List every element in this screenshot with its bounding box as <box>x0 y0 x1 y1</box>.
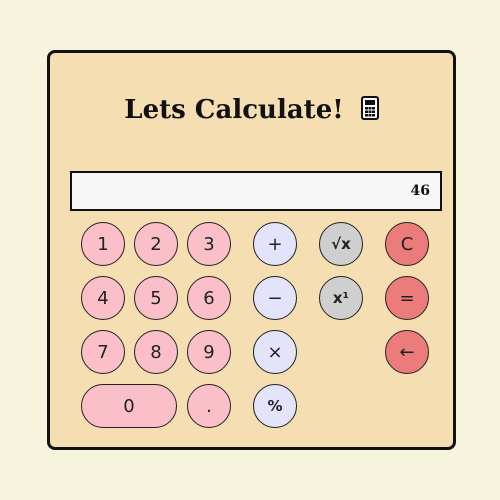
calculator-icon <box>360 96 379 120</box>
page-title: Lets Calculate! <box>124 95 344 125</box>
digit-7-button[interactable]: 7 <box>81 330 125 374</box>
result-display: 46 <box>70 171 442 211</box>
digit-9-button[interactable]: 9 <box>187 330 231 374</box>
digit-4-button[interactable]: 4 <box>81 276 125 320</box>
square-root-button[interactable]: √x <box>319 222 363 266</box>
backspace-button[interactable]: ← <box>385 330 429 374</box>
digit-3-button[interactable]: 3 <box>187 222 231 266</box>
percent-button[interactable]: % <box>253 384 297 428</box>
power-button[interactable]: x¹ <box>319 276 363 320</box>
digit-1-button[interactable]: 1 <box>81 222 125 266</box>
calculator-body: Lets Calculate! 46 1 2 3 + √x C 4 5 6 − … <box>47 50 456 450</box>
decimal-button[interactable]: . <box>187 384 231 428</box>
clear-button[interactable]: C <box>385 222 429 266</box>
digit-6-button[interactable]: 6 <box>187 276 231 320</box>
digit-0-button[interactable]: 0 <box>81 384 177 428</box>
subtract-button[interactable]: − <box>253 276 297 320</box>
multiply-button[interactable]: × <box>253 330 297 374</box>
add-button[interactable]: + <box>253 222 297 266</box>
title-bar: Lets Calculate! <box>50 93 453 126</box>
digit-5-button[interactable]: 5 <box>134 276 178 320</box>
equals-button[interactable]: = <box>385 276 429 320</box>
digit-2-button[interactable]: 2 <box>134 222 178 266</box>
digit-8-button[interactable]: 8 <box>134 330 178 374</box>
